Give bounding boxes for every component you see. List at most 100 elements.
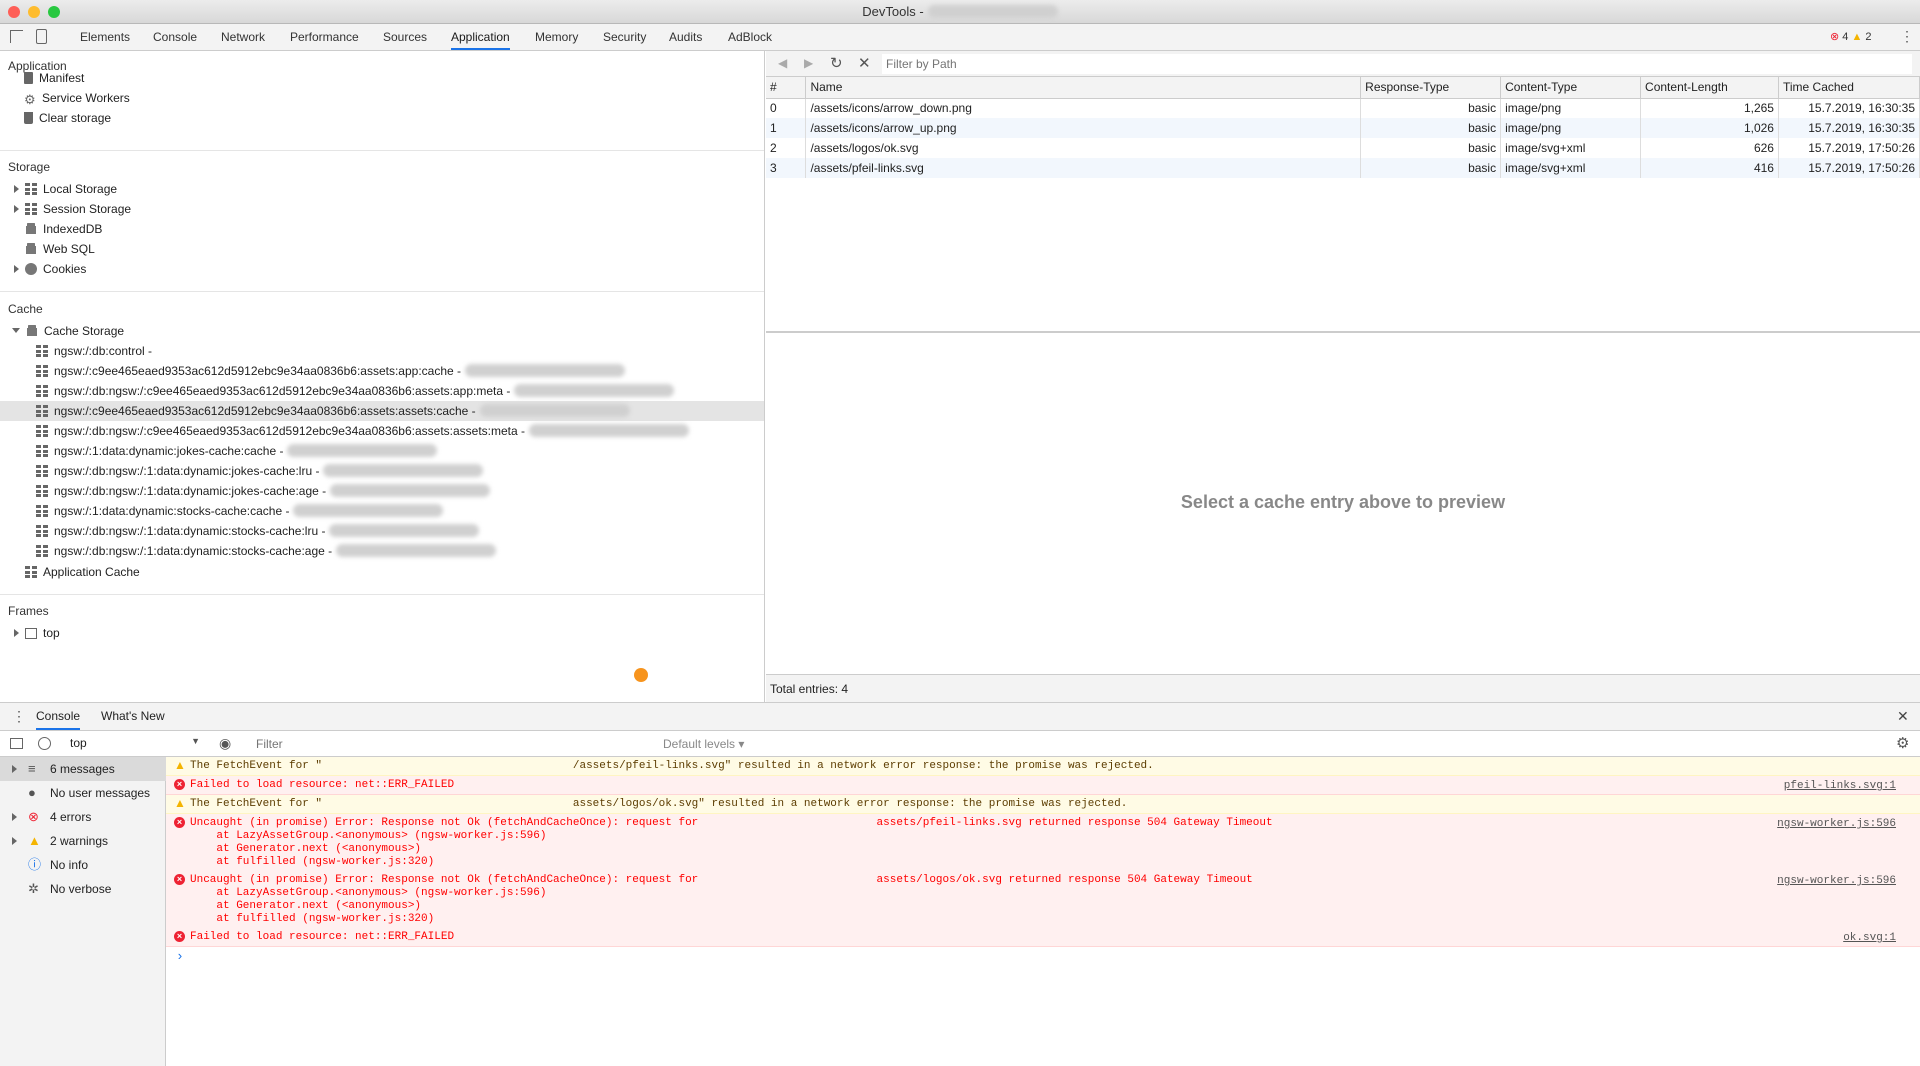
inspect-element-icon[interactable] bbox=[10, 30, 23, 43]
sidebar-item-clear-storage[interactable]: Clear storage bbox=[24, 108, 111, 128]
cache-storage-item[interactable]: ngsw:/:db:ngsw:/:1:data:dynamic:jokes-ca… bbox=[36, 461, 484, 481]
sidebar-item-indexeddb[interactable]: IndexedDB bbox=[25, 219, 102, 239]
sidebar-item-frame-top[interactable]: top bbox=[14, 623, 60, 643]
column-header[interactable]: Response-Type bbox=[1360, 77, 1502, 99]
expand-arrow-icon[interactable] bbox=[14, 185, 19, 193]
tab-sources[interactable]: Sources bbox=[383, 24, 427, 50]
sidebar-item-session-storage[interactable]: Session Storage bbox=[14, 199, 131, 219]
message-source-link[interactable]: ngsw-worker.js:596 bbox=[1777, 818, 1896, 831]
sidebar-item-local-storage[interactable]: Local Storage bbox=[14, 179, 117, 199]
table-row[interactable]: 0/assets/icons/arrow_down.png basic image/… bbox=[766, 98, 1920, 118]
console-filter-no-verbose[interactable]: ✲ No verbose bbox=[0, 877, 166, 901]
console-filter-input[interactable] bbox=[252, 735, 652, 753]
console-warning-message[interactable]: ▲ The FetchEvent for " /assets/pfeil-link… bbox=[166, 757, 1920, 776]
cache-storage-item[interactable]: ngsw:/:1:data:dynamic:stocks-cache:cache… bbox=[36, 501, 444, 521]
tab-application[interactable]: Application bbox=[451, 24, 510, 50]
cache-name-label: ngsw:/:db:ngsw:/:1:data:dynamic:stocks-c… bbox=[54, 544, 333, 558]
cache-storage-item[interactable]: ngsw:/:db:control - bbox=[36, 341, 152, 361]
table-row[interactable]: 2/assets/logos/ok.svg basic image/svg+xml 6… bbox=[766, 138, 1920, 158]
close-window-button[interactable] bbox=[8, 6, 20, 18]
refresh-icon[interactable]: ↻ bbox=[830, 54, 843, 72]
sidebar-item-cache-storage[interactable]: Cache Storage bbox=[12, 321, 124, 341]
console-prompt[interactable]: › bbox=[176, 949, 184, 964]
console-error-message[interactable]: × Uncaught (in promise) Error: Response n… bbox=[166, 871, 1920, 929]
maximize-window-button[interactable] bbox=[48, 6, 60, 18]
tab-console[interactable]: Console bbox=[153, 24, 197, 50]
cache-name-label: ngsw:/:db:ngsw:/:1:data:dynamic:stocks-c… bbox=[54, 524, 326, 538]
filter-by-path-input[interactable] bbox=[882, 54, 1912, 74]
message-source-link[interactable]: pfeil-links.svg:1 bbox=[1784, 780, 1896, 793]
sidebar-item-manifest[interactable]: Manifest bbox=[24, 68, 84, 88]
message-source-link[interactable]: ok.svg:1 bbox=[1843, 932, 1896, 945]
cache-storage-item[interactable]: ngsw:/:c9ee465eaed9353ac612d5912ebc9e34a… bbox=[36, 361, 626, 381]
column-header[interactable]: Name bbox=[805, 77, 1362, 99]
column-header[interactable]: Time Cached bbox=[1778, 77, 1920, 99]
column-header[interactable]: Content-Type bbox=[1500, 77, 1642, 99]
console-filter--errors[interactable]: ⊗ 4 errors bbox=[0, 805, 166, 829]
device-toolbar-icon[interactable] bbox=[36, 29, 47, 44]
console-filter--messages[interactable]: ≡ 6 messages bbox=[0, 757, 166, 781]
console-error-message[interactable]: × Uncaught (in promise) Error: Response n… bbox=[166, 814, 1920, 872]
tab-network[interactable]: Network bbox=[221, 24, 265, 50]
console-warning-message[interactable]: ▲ The FetchEvent for " assets/logos/ok.sv… bbox=[166, 795, 1920, 814]
cache-storage-item[interactable]: ngsw:/:db:ngsw:/:1:data:dynamic:stocks-c… bbox=[36, 541, 497, 561]
minimize-window-button[interactable] bbox=[28, 6, 40, 18]
expand-arrow-icon[interactable] bbox=[14, 265, 19, 273]
tab-whats-new[interactable]: What's New bbox=[101, 703, 165, 730]
cache-storage-item[interactable]: ngsw:/:db:ngsw:/:c9ee465eaed9353ac612d59… bbox=[36, 421, 690, 441]
section-divider bbox=[0, 594, 764, 595]
context-selector[interactable]: top ▼ bbox=[70, 736, 200, 750]
table-row[interactable]: 1/assets/icons/arrow_up.png basic image/pn… bbox=[766, 118, 1920, 138]
grid-icon bbox=[36, 465, 48, 477]
cache-storage-item[interactable]: ngsw:/:c9ee465eaed9353ac612d5912ebc9e34a… bbox=[0, 401, 764, 421]
log-levels-dropdown[interactable]: Default levels ▾ bbox=[663, 737, 744, 751]
console-filter-no-user-messages[interactable]: ● No user messages bbox=[0, 781, 166, 805]
drawer-menu-icon[interactable]: ⋮ bbox=[12, 708, 26, 725]
delete-icon[interactable]: ✕ bbox=[858, 54, 871, 72]
expand-arrow-icon[interactable] bbox=[14, 629, 19, 637]
column-header[interactable]: # bbox=[766, 77, 807, 99]
expand-arrow-icon[interactable] bbox=[12, 837, 17, 845]
database-icon bbox=[25, 243, 37, 255]
close-drawer-icon[interactable]: ✕ bbox=[1897, 708, 1909, 725]
message-text: The FetchEvent for " /assets/pfeil-links… bbox=[190, 760, 1154, 772]
more-options-icon[interactable]: ⋮ bbox=[1900, 28, 1914, 45]
sidebar-item-service-workers[interactable]: ⚙ Service Workers bbox=[24, 88, 130, 108]
table-row[interactable]: 3/assets/pfeil-links.svg basic image/svg+x… bbox=[766, 158, 1920, 178]
forward-icon[interactable]: ▶ bbox=[804, 56, 813, 70]
console-error-message[interactable]: × Failed to load resource: net::ERR_FAILE… bbox=[166, 928, 1920, 947]
tab-console[interactable]: Console bbox=[36, 703, 81, 730]
cache-storage-item[interactable]: ngsw:/:db:ngsw:/:1:data:dynamic:jokes-ca… bbox=[36, 481, 491, 501]
column-header[interactable]: Content-Length bbox=[1640, 77, 1779, 99]
back-icon[interactable]: ◀ bbox=[778, 56, 787, 70]
collapse-arrow-icon[interactable] bbox=[12, 328, 20, 333]
console-filter-label: 4 errors bbox=[50, 810, 92, 824]
expand-arrow-icon[interactable] bbox=[12, 813, 17, 821]
cache-storage-item[interactable]: ngsw:/:1:data:dynamic:jokes-cache:cache … bbox=[36, 441, 438, 461]
tab-elements[interactable]: Elements bbox=[80, 24, 130, 50]
console-filter--warnings[interactable]: ▲ 2 warnings bbox=[0, 829, 166, 853]
tab-memory[interactable]: Memory bbox=[535, 24, 578, 50]
sidebar-item-web-sql[interactable]: Web SQL bbox=[25, 239, 95, 259]
tab-audits[interactable]: Audits bbox=[669, 24, 702, 50]
expand-arrow-icon[interactable] bbox=[12, 765, 17, 773]
tab-performance[interactable]: Performance bbox=[290, 24, 359, 50]
cache-storage-item[interactable]: ngsw:/:db:ngsw:/:1:data:dynamic:stocks-c… bbox=[36, 521, 480, 541]
clear-console-icon[interactable] bbox=[38, 737, 51, 750]
console-error-message[interactable]: × Failed to load resource: net::ERR_FAILE… bbox=[166, 776, 1920, 795]
cache-storage-item[interactable]: ngsw:/:db:ngsw:/:c9ee465eaed9353ac612d59… bbox=[36, 381, 675, 401]
console-settings-icon[interactable]: ⚙ bbox=[1896, 734, 1909, 752]
table-cell: image/png bbox=[1500, 118, 1642, 138]
console-filter-no-info[interactable]: ⓘ No info bbox=[0, 853, 166, 877]
error-count-badge[interactable]: ⊗ 4 ▲ 2 bbox=[1830, 30, 1872, 43]
sidebar-toggle-icon[interactable] bbox=[10, 738, 23, 749]
table-cell: 1,026 bbox=[1640, 118, 1779, 138]
eye-icon[interactable]: ◉ bbox=[219, 735, 231, 752]
error-count: 4 bbox=[1842, 31, 1849, 43]
tab-security[interactable]: Security bbox=[603, 24, 646, 50]
sidebar-item-application-cache[interactable]: Application Cache bbox=[25, 562, 140, 582]
expand-arrow-icon[interactable] bbox=[14, 205, 19, 213]
sidebar-item-cookies[interactable]: Cookies bbox=[14, 259, 86, 279]
tab-adblock[interactable]: AdBlock bbox=[728, 24, 772, 50]
message-source-link[interactable]: ngsw-worker.js:596 bbox=[1777, 875, 1896, 888]
